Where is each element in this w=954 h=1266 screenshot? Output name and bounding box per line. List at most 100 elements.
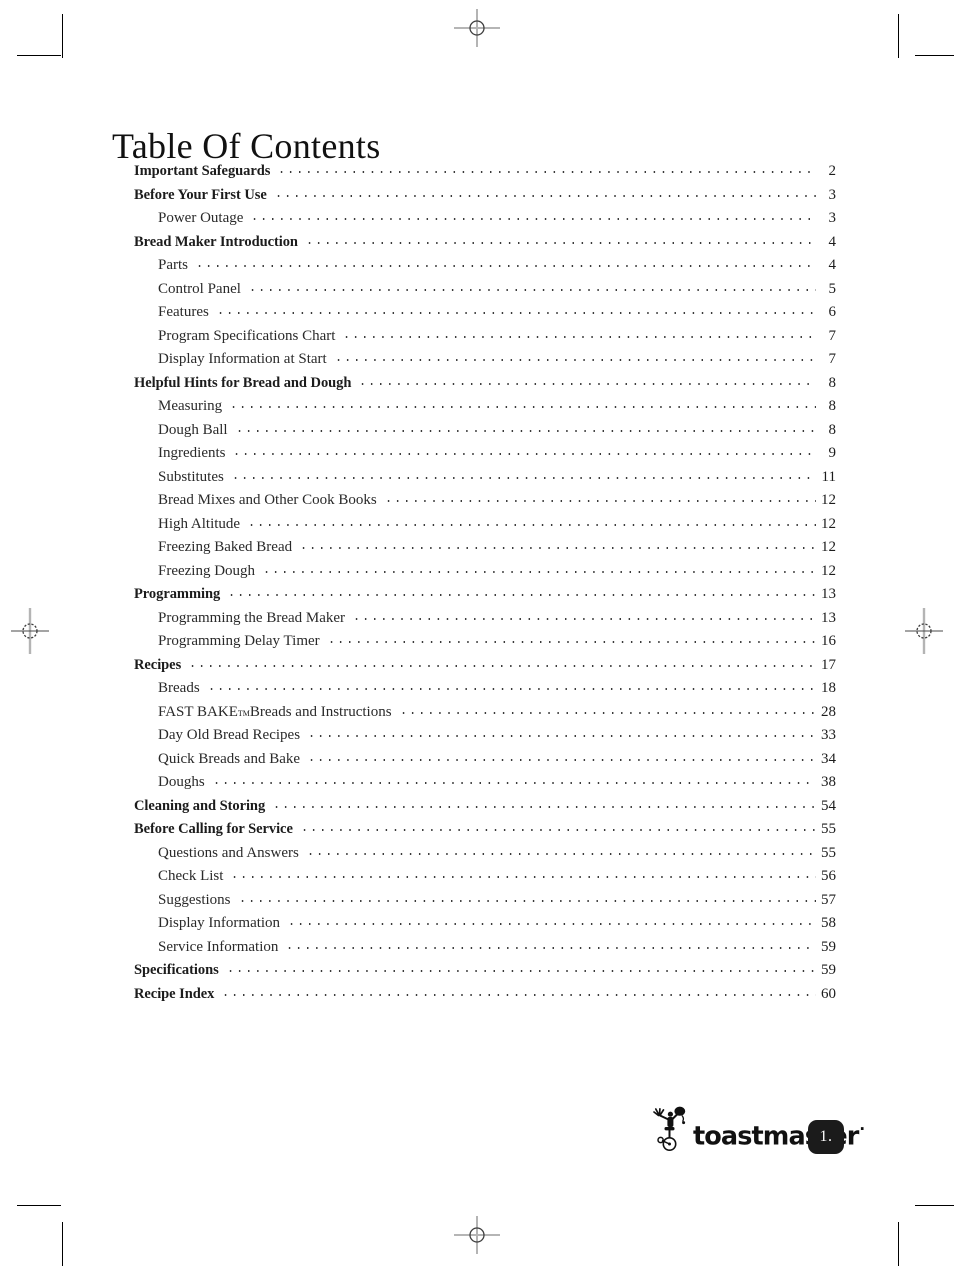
toc-entry-page-number: 60 bbox=[821, 985, 836, 1002]
toc-dot-leader bbox=[299, 819, 816, 833]
toc-entry[interactable]: Parts 4 bbox=[134, 255, 836, 279]
toc-dot-leader bbox=[285, 937, 816, 951]
toc-entry-page-number: 4 bbox=[828, 257, 837, 273]
toc-entry[interactable]: Bread Maker Introduction 4 bbox=[134, 232, 836, 256]
toc-entry[interactable]: Program Specifications Chart 7 bbox=[134, 326, 836, 350]
toc-entry-label: Programming Delay Timer bbox=[158, 633, 320, 649]
toc-entry[interactable]: Doughs 38 bbox=[134, 772, 836, 796]
toc-entry[interactable]: Quick Breads and Bake 34 bbox=[134, 749, 836, 773]
toc-dot-leader bbox=[287, 913, 816, 927]
toc-entry[interactable]: Control Panel 5 bbox=[134, 279, 836, 303]
toc-entry-page-number: 16 bbox=[821, 633, 836, 649]
toc-entry-page-number: 9 bbox=[828, 445, 837, 461]
toc-dot-leader bbox=[272, 796, 816, 810]
toc-dot-leader bbox=[232, 443, 816, 457]
toc-entry-label: Features bbox=[158, 304, 209, 320]
toc-entry[interactable]: Suggestions 57 bbox=[134, 890, 836, 914]
toc-entry[interactable]: Helpful Hints for Bread and Dough 8 bbox=[134, 373, 836, 397]
toc-entry[interactable]: Programming Delay Timer 16 bbox=[134, 631, 836, 655]
toc-entry[interactable]: Specifications 59 bbox=[134, 960, 836, 984]
toc-entry[interactable]: Breads 18 bbox=[134, 678, 836, 702]
toc-dot-leader bbox=[273, 185, 816, 199]
toc-entry[interactable]: Freezing Dough 12 bbox=[134, 561, 836, 585]
toc-entry[interactable]: FAST BAKE TM Breads and Instructions 28 bbox=[134, 702, 836, 726]
toc-entry[interactable]: Features 6 bbox=[134, 302, 836, 326]
toc-entry-label: Important Safeguards bbox=[134, 163, 271, 179]
toc-entry-page-number: 8 bbox=[828, 374, 837, 391]
toc-entry[interactable]: Dough Ball 8 bbox=[134, 420, 836, 444]
toc-dot-leader bbox=[304, 232, 816, 246]
toc-entry[interactable]: Cleaning and Storing 54 bbox=[134, 796, 836, 820]
toc-entry[interactable]: Questions and Answers 55 bbox=[134, 843, 836, 867]
toc-entry[interactable]: Day Old Bread Recipes 33 bbox=[134, 725, 836, 749]
toc-dot-leader bbox=[225, 960, 816, 974]
toc-entry[interactable]: Power Outage 3 bbox=[134, 208, 836, 232]
toc-dot-leader bbox=[277, 161, 816, 175]
toc-entry-label: Before Your First Use bbox=[134, 186, 267, 203]
toc-entry-label: Parts bbox=[158, 257, 188, 273]
toc-entry-page-number: 3 bbox=[828, 186, 837, 203]
toc-entry-label: Recipes bbox=[134, 656, 182, 673]
toc-entry[interactable]: Bread Mixes and Other Cook Books 12 bbox=[134, 490, 836, 514]
toc-dot-leader bbox=[229, 396, 816, 410]
toc-entry-label: Cleaning and Storing bbox=[134, 797, 266, 814]
toc-dot-leader bbox=[305, 843, 816, 857]
toc-dot-leader bbox=[206, 678, 816, 692]
toc-entry[interactable]: Display Information at Start 7 bbox=[134, 349, 836, 373]
toc-entry[interactable]: Check List 56 bbox=[134, 866, 836, 890]
toc-entry[interactable]: Before Calling for Service 55 bbox=[134, 819, 836, 843]
toc-entry-label: Before Calling for Service bbox=[134, 821, 293, 837]
toc-entry[interactable]: Recipes 17 bbox=[134, 655, 836, 679]
toc-entry-page-number: 17 bbox=[821, 656, 836, 673]
toc-entry-label: Dough Ball bbox=[158, 421, 228, 438]
toc-entry-label: Quick Breads and Bake bbox=[158, 750, 301, 767]
toc-entry-page-number: 13 bbox=[821, 609, 836, 626]
toc-dot-leader bbox=[262, 561, 816, 575]
trademark-symbol: TM bbox=[237, 708, 250, 718]
toc-entry-label: Bread Mixes and Other Cook Books bbox=[158, 492, 377, 508]
toc-dot-leader bbox=[247, 279, 816, 293]
toc-entry-label: Ingredients bbox=[158, 445, 226, 461]
toc-dot-leader bbox=[227, 584, 816, 598]
toc-entry-label: Check List bbox=[158, 868, 224, 884]
toc-dot-leader bbox=[250, 208, 816, 222]
toc-entry-page-number: 59 bbox=[821, 938, 836, 955]
toc-entry-label: Substitutes bbox=[158, 468, 224, 485]
toc-entry[interactable]: Freezing Baked Bread 12 bbox=[134, 537, 836, 561]
toc-entry-page-number: 11 bbox=[821, 468, 836, 485]
toc-entry-page-number: 13 bbox=[821, 586, 836, 602]
toc-entry-page-number: 55 bbox=[821, 821, 836, 837]
toc-entry-page-number: 12 bbox=[821, 492, 836, 508]
toc-entry-page-number: 56 bbox=[821, 868, 836, 884]
toc-entry-page-number: 28 bbox=[821, 703, 836, 720]
toc-entry[interactable]: Ingredients 9 bbox=[134, 443, 836, 467]
toc-entry[interactable]: Recipe Index 60 bbox=[134, 984, 836, 1008]
toc-dot-leader bbox=[188, 655, 816, 669]
toc-entry[interactable]: Service Information 59 bbox=[134, 937, 836, 961]
toc-entry[interactable]: Display Information 58 bbox=[134, 913, 836, 937]
toc-entry-label: Freezing Baked Bread bbox=[158, 539, 293, 555]
toc-dot-leader bbox=[211, 772, 816, 786]
toc-entry[interactable]: Important Safeguards 2 bbox=[134, 161, 836, 185]
toc-entry[interactable]: Substitutes 11 bbox=[134, 467, 836, 491]
toc-entry[interactable]: High Altitude 12 bbox=[134, 514, 836, 538]
toc-entry-page-number: 3 bbox=[828, 210, 837, 226]
toc-entry[interactable]: Programming the Bread Maker 13 bbox=[134, 608, 836, 632]
toc-entry[interactable]: Before Your First Use 3 bbox=[134, 185, 836, 209]
toc-entry-label: Helpful Hints for Bread and Dough bbox=[134, 374, 352, 391]
toc-entry-page-number: 8 bbox=[828, 421, 837, 438]
toc-entry-page-number: 7 bbox=[828, 327, 837, 344]
toc-entry-page-number: 59 bbox=[821, 962, 836, 978]
toc-entry-page-number: 34 bbox=[821, 750, 836, 767]
toc-dot-leader bbox=[307, 749, 816, 763]
toc-entry-page-number: 57 bbox=[821, 891, 836, 908]
toc-entry[interactable]: Programming 13 bbox=[134, 584, 836, 608]
toc-dot-leader bbox=[358, 373, 816, 387]
toc-entry-page-number: 18 bbox=[821, 680, 836, 696]
toc-entry-label: Power Outage bbox=[158, 210, 244, 226]
toc-entry-page-number: 5 bbox=[828, 280, 837, 297]
toc-entry[interactable]: Measuring 8 bbox=[134, 396, 836, 420]
toc-entry-page-number: 8 bbox=[828, 398, 837, 414]
toc-entry-label: Measuring bbox=[158, 398, 223, 414]
toc-entry-label: Doughs bbox=[158, 774, 205, 790]
